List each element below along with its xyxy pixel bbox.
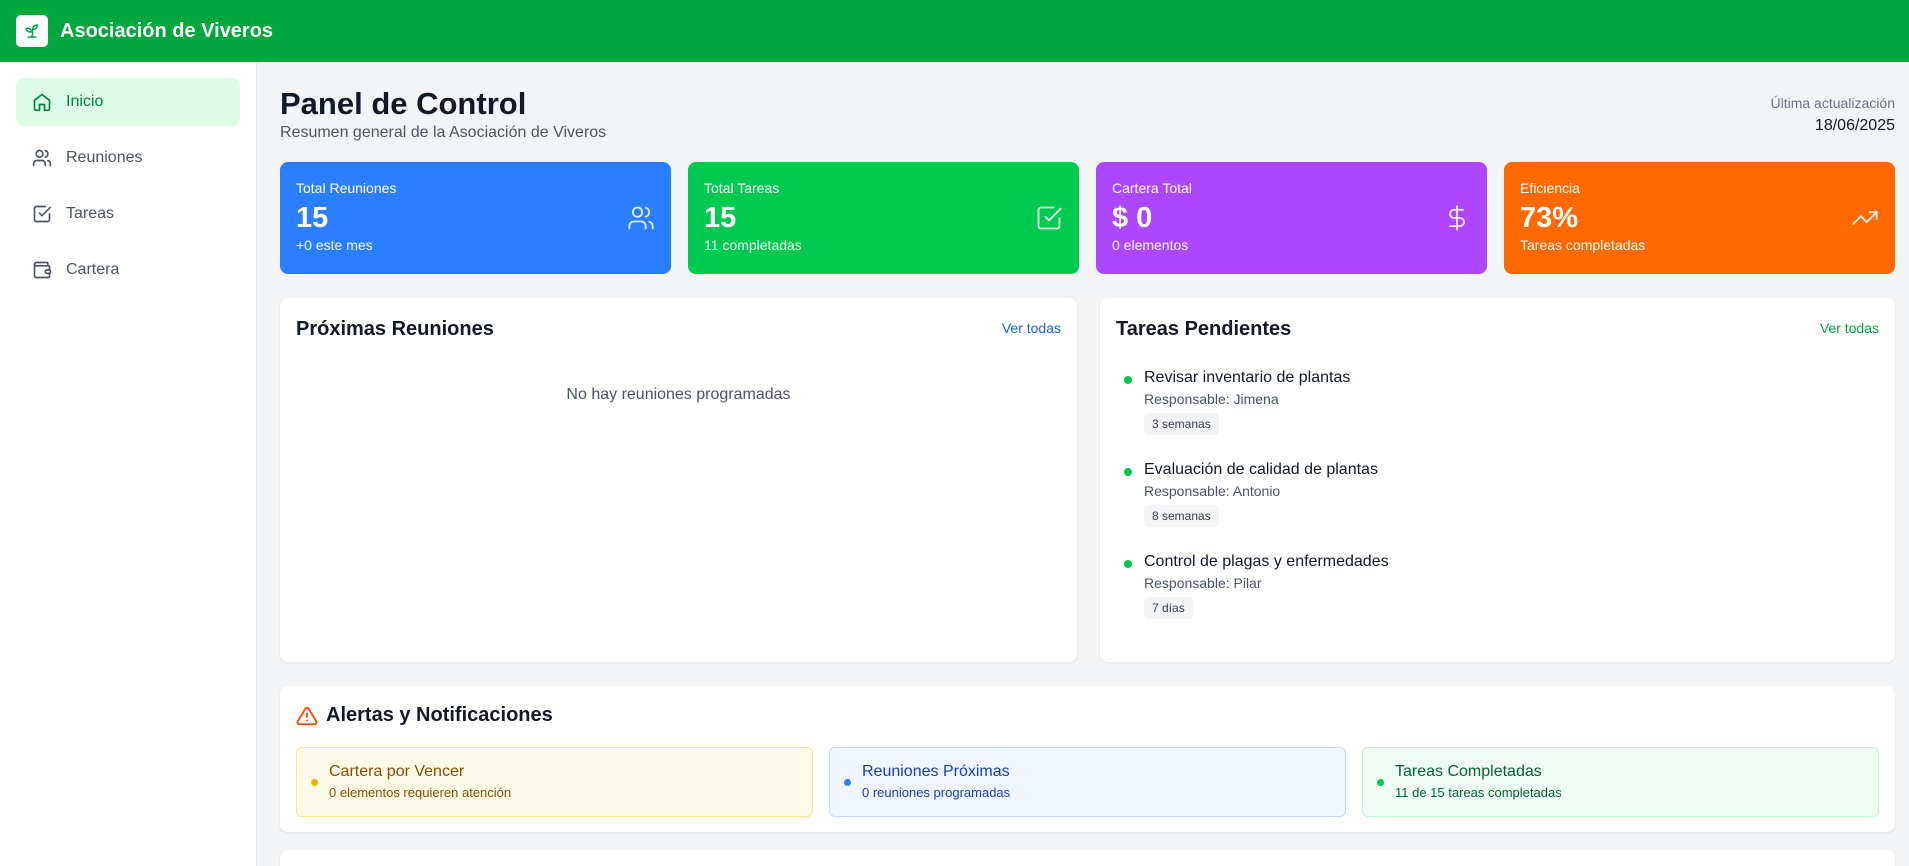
- stat-sub: 11 completadas: [704, 237, 802, 253]
- alert-title: Reuniones Próximas: [862, 763, 1010, 780]
- warning-icon: [296, 706, 318, 725]
- stat-card-tareas: Total Tareas 15 11 completadas: [688, 162, 1079, 274]
- empty-meetings-message: No hay reuniones programadas: [566, 386, 791, 403]
- alert-title: Tareas Completadas: [1395, 763, 1542, 780]
- users-icon: [32, 149, 52, 167]
- status-dot: [1124, 468, 1132, 476]
- last-update-label: Última actualización: [1770, 95, 1896, 111]
- view-all-tasks-link[interactable]: Ver todas: [1820, 320, 1879, 336]
- alert-description: 0 reuniones programadas: [862, 785, 1011, 800]
- stat-sub: 0 elementos: [1112, 237, 1189, 253]
- stats-row: Total Reuniones 15 +0 este mes Total Tar…: [280, 162, 1895, 274]
- alert-dot: [1377, 779, 1384, 786]
- sidebar-item-tareas[interactable]: Tareas: [16, 190, 240, 238]
- panel-title: Tareas Pendientes: [1116, 318, 1292, 340]
- stat-label: Eficiencia: [1520, 180, 1580, 196]
- sidebar-item-label: Reuniones: [66, 149, 143, 166]
- view-all-meetings-link[interactable]: Ver todas: [1002, 320, 1061, 336]
- checkbox-icon: [33, 205, 52, 223]
- stat-sub: Tareas completadas: [1520, 237, 1646, 253]
- stat-label: Total Tareas: [704, 180, 780, 196]
- alert-title: Cartera por Vencer: [329, 763, 465, 780]
- sprout-icon: [16, 15, 48, 47]
- sidebar-item-label: Inicio: [66, 93, 104, 110]
- alert-reuniones[interactable]: Reuniones Próximas 0 reuniones programad…: [829, 747, 1346, 817]
- page-subtitle: Resumen general de la Asociación de Vive…: [280, 124, 607, 141]
- dollar-icon: [1449, 205, 1465, 231]
- stat-card-cartera: Cartera Total $ 0 0 elementos: [1096, 162, 1487, 274]
- sidebar-item-label: Tareas: [66, 205, 115, 222]
- list-item[interactable]: Revisar inventario de plantas Responsabl…: [1116, 369, 1879, 435]
- alert-description: 11 de 15 tareas completadas: [1395, 785, 1562, 800]
- list-item[interactable]: Control de plagas y enfermedades Respons…: [1116, 553, 1879, 619]
- last-update-date: 18/06/2025: [1814, 117, 1895, 134]
- panel-title: Próximas Reuniones: [296, 318, 494, 340]
- stat-value: 73%: [1520, 202, 1579, 234]
- upcoming-meetings-panel: Próximas Reuniones Ver todas No hay reun…: [280, 298, 1077, 662]
- task-responsible: Responsable: Pilar: [1144, 575, 1262, 591]
- stat-value: 15: [296, 202, 329, 234]
- stat-value: 15: [704, 202, 737, 234]
- panel-title: Alertas y Notificaciones: [326, 704, 553, 726]
- stat-value: $ 0: [1112, 202, 1153, 234]
- task-responsible: Responsable: Jimena: [1144, 391, 1279, 407]
- stat-label: Total Reuniones: [296, 180, 397, 196]
- time-badge: 8 semanas: [1144, 505, 1219, 527]
- task-title: Revisar inventario de plantas: [1144, 369, 1351, 386]
- alert-description: 0 elementos requieren atención: [329, 785, 512, 800]
- page-title: Panel de Control: [280, 86, 527, 121]
- task-title: Evaluación de calidad de plantas: [1144, 461, 1378, 478]
- alerts-panel: Alertas y Notificaciones Cartera por Ven…: [280, 686, 1895, 832]
- alert-cartera[interactable]: Cartera por Vencer 0 elementos requieren…: [296, 747, 813, 817]
- trending-up-icon: [1852, 211, 1878, 225]
- task-title: Control de plagas y enfermedades: [1144, 553, 1389, 570]
- checkbox-icon: [1037, 206, 1062, 230]
- sidebar-item-inicio[interactable]: Inicio: [16, 78, 240, 126]
- stat-card-eficiencia: Eficiencia 73% Tareas completadas: [1504, 162, 1895, 274]
- stat-sub: +0 este mes: [296, 237, 373, 253]
- stat-card-reuniones: Total Reuniones 15 +0 este mes: [280, 162, 671, 274]
- pending-tasks-panel: Tareas Pendientes Ver todas Revisar inve…: [1100, 298, 1895, 662]
- task-responsible: Responsable: Antonio: [1144, 483, 1281, 499]
- sidebar-item-label: Cartera: [66, 261, 120, 278]
- bottom-panel: [280, 850, 1895, 866]
- alert-tareas[interactable]: Tareas Completadas 11 de 15 tareas compl…: [1362, 747, 1879, 817]
- wallet-icon: [33, 261, 52, 279]
- home-icon: [33, 93, 51, 112]
- status-dot: [1124, 376, 1132, 384]
- sidebar-item-reuniones[interactable]: Reuniones: [16, 134, 240, 182]
- top-bar: Asociación de Viveros: [0, 0, 1909, 62]
- time-badge: 3 semanas: [1144, 413, 1219, 435]
- alert-dot: [844, 779, 851, 786]
- list-item[interactable]: Evaluación de calidad de plantas Respons…: [1116, 461, 1879, 527]
- sidebar: Inicio Reuniones Tareas Cartera: [0, 62, 257, 866]
- alert-row: Cartera por Vencer 0 elementos requieren…: [296, 747, 1879, 817]
- stat-label: Cartera Total: [1112, 180, 1192, 196]
- alert-dot: [311, 779, 318, 786]
- task-list: Revisar inventario de plantas Responsabl…: [1116, 369, 1879, 619]
- status-dot: [1124, 560, 1132, 568]
- sidebar-item-cartera[interactable]: Cartera: [16, 246, 240, 294]
- main-content: Panel de Control Resumen general de la A…: [258, 62, 1909, 866]
- app-title: Asociación de Viveros: [60, 19, 274, 42]
- time-badge: 7 días: [1144, 597, 1193, 619]
- alerts-header: Alertas y Notificaciones: [296, 704, 1879, 727]
- users-icon: [628, 206, 654, 230]
